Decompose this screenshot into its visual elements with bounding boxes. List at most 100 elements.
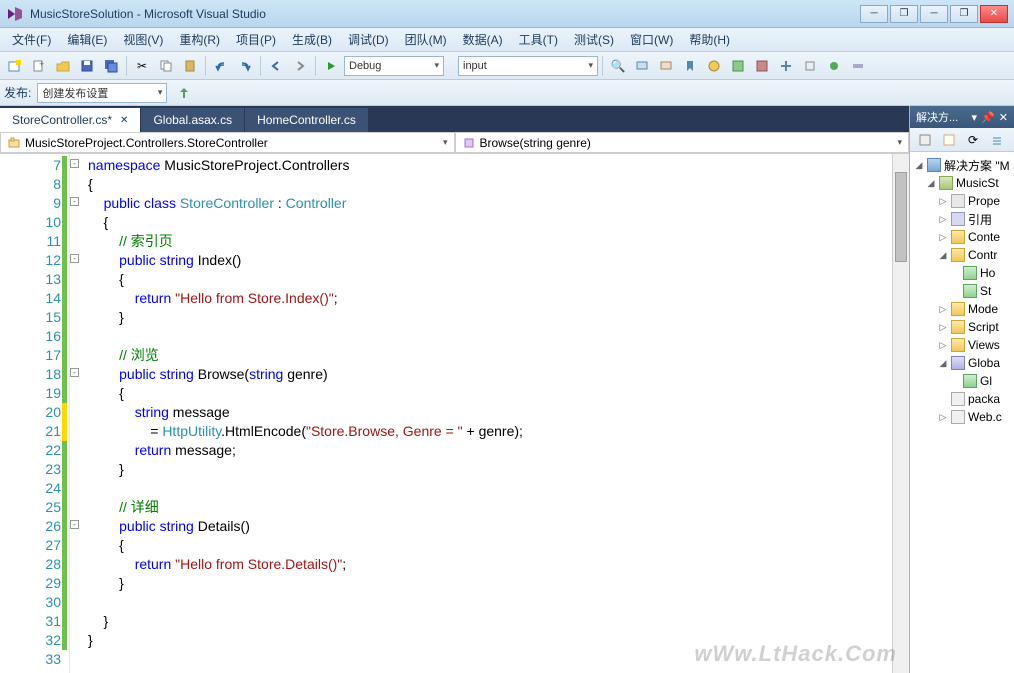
tree-expander-icon[interactable]: ▷ [938,196,948,207]
tb-icon-6[interactable] [823,55,845,77]
restore-button[interactable]: ❐ [890,5,918,23]
menu-item[interactable]: 重构(R) [171,28,228,51]
redo-icon[interactable] [234,55,256,77]
tab-label: StoreController.cs* [12,113,112,127]
tb-icon-1[interactable] [703,55,725,77]
menu-item[interactable]: 生成(B) [284,28,340,51]
tree-node[interactable]: Gl [910,372,1014,390]
publish-combo[interactable]: 创建发布设置 [37,83,167,103]
save-icon[interactable] [76,55,98,77]
tree-node[interactable]: ▷Script [910,318,1014,336]
menu-item[interactable]: 窗口(W) [622,28,681,51]
tree-node[interactable]: ▷Conte [910,228,1014,246]
main-toolbar: + ✂ Debug input 🔍 [0,52,1014,80]
panel-dropdown-icon[interactable]: ▾ [972,111,978,124]
code-content[interactable]: namespace MusicStoreProject.Controllers{… [70,154,892,673]
scrollbar-thumb[interactable] [895,172,907,262]
tree-expander-icon[interactable]: ◢ [938,250,948,261]
tb-icon-7[interactable] [847,55,869,77]
tree-node[interactable]: ◢Contr [910,246,1014,264]
fold-toggle[interactable]: - [70,254,79,263]
publish-icon[interactable] [173,82,195,104]
fold-toggle[interactable]: - [70,368,79,377]
refresh-icon[interactable]: ⟳ [962,129,984,151]
tree-expander-icon[interactable]: ▷ [938,232,948,243]
bookmark-icon[interactable] [679,55,701,77]
tb-icon-4[interactable] [775,55,797,77]
close-button[interactable]: ✕ [980,5,1008,23]
menu-item[interactable]: 项目(P) [228,28,284,51]
menu-item[interactable]: 文件(F) [4,28,59,51]
new-project-icon[interactable] [4,55,26,77]
menu-item[interactable]: 测试(S) [566,28,622,51]
tree-expander-icon[interactable]: ▷ [938,322,948,333]
fold-toggle[interactable]: - [70,159,79,168]
tree-expander-icon[interactable]: ◢ [926,178,936,189]
menu-item[interactable]: 编辑(E) [59,28,115,51]
tree-expander-icon[interactable]: ▷ [938,412,948,423]
uncomment-icon[interactable] [655,55,677,77]
tree-expander-icon[interactable]: ◢ [938,358,948,369]
menu-item[interactable]: 帮助(H) [681,28,738,51]
mini-restore-button[interactable]: ❐ [950,5,978,23]
tree-node[interactable]: ◢MusicSt [910,174,1014,192]
tree-node[interactable]: ▷Views [910,336,1014,354]
fold-toggle[interactable]: - [70,520,79,529]
tb-icon-5[interactable] [799,55,821,77]
collapse-icon[interactable] [986,129,1008,151]
nav-back-icon[interactable] [265,55,287,77]
tree-expander-icon[interactable]: ◢ [914,160,924,171]
code-editor[interactable]: 7-89-101112-131415161718-192021222324252… [0,154,909,673]
tab-close-icon[interactable]: ✕ [120,115,128,126]
minimize-button[interactable]: ─ [860,5,888,23]
document-tab[interactable]: StoreController.cs* ✕ [0,108,140,132]
tree-node[interactable]: ▷Web.c [910,408,1014,426]
solution-tree[interactable]: ◢解决方案 "M◢MusicSt▷Prope▷引用▷Conte◢ContrHoS… [910,152,1014,673]
tree-node[interactable]: ◢解决方案 "M [910,156,1014,174]
menu-item[interactable]: 团队(M) [397,28,455,51]
menu-item[interactable]: 视图(V) [115,28,171,51]
nav-fwd-icon[interactable] [289,55,311,77]
document-tab[interactable]: Global.asax.cs [141,108,244,132]
tree-expander-icon[interactable]: ▷ [938,214,948,225]
fold-toggle[interactable]: - [70,197,79,206]
paste-icon[interactable] [179,55,201,77]
properties-icon[interactable] [914,129,936,151]
tree-node[interactable]: St [910,282,1014,300]
vertical-scrollbar[interactable] [892,154,909,673]
menu-item[interactable]: 数据(A) [455,28,511,51]
comment-icon[interactable] [631,55,653,77]
copy-icon[interactable] [155,55,177,77]
tree-expander-icon[interactable]: ▷ [938,340,948,351]
tb-icon-2[interactable] [727,55,749,77]
show-all-icon[interactable] [938,129,960,151]
cut-icon[interactable]: ✂ [131,55,153,77]
tree-node[interactable]: packa [910,390,1014,408]
find-icon[interactable]: 🔍 [607,55,629,77]
config-combo[interactable]: Debug [344,56,444,76]
target-combo[interactable]: input [458,56,598,76]
class-selector[interactable]: MusicStoreProject.Controllers.StoreContr… [0,132,455,153]
tree-node-label: packa [968,392,1000,406]
member-selector[interactable]: Browse(string genre) [455,132,910,153]
add-item-icon[interactable]: + [28,55,50,77]
save-all-icon[interactable] [100,55,122,77]
mini-minimize-button[interactable]: ─ [920,5,948,23]
tree-node[interactable]: ▷Prope [910,192,1014,210]
document-tab[interactable]: HomeController.cs [245,108,368,132]
tree-node[interactable]: ▷引用 [910,210,1014,228]
panel-close-icon[interactable]: ✕ [999,111,1008,124]
class-selector-label: MusicStoreProject.Controllers.StoreContr… [25,136,268,150]
open-icon[interactable] [52,55,74,77]
tree-node[interactable]: Ho [910,264,1014,282]
start-icon[interactable] [320,55,342,77]
menubar: 文件(F)编辑(E)视图(V)重构(R)项目(P)生成(B)调试(D)团队(M)… [0,28,1014,52]
menu-item[interactable]: 调试(D) [340,28,397,51]
tree-expander-icon[interactable]: ▷ [938,304,948,315]
tb-icon-3[interactable] [751,55,773,77]
panel-pin-icon[interactable]: 📌 [981,111,995,124]
tree-node[interactable]: ▷Mode [910,300,1014,318]
menu-item[interactable]: 工具(T) [511,28,566,51]
undo-icon[interactable] [210,55,232,77]
tree-node[interactable]: ◢Globa [910,354,1014,372]
